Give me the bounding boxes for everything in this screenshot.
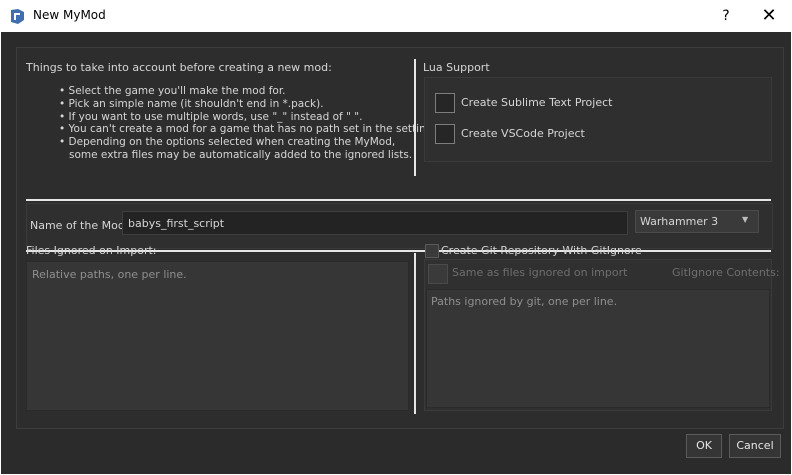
info-heading: Things to take into account before creat… (26, 61, 332, 74)
title-bar: New MyMod ? ✕ (0, 0, 792, 32)
sublime-project-label[interactable]: Create Sublime Text Project (461, 96, 612, 109)
info-bullet-list: • Select the game you'll make the mod fo… (59, 85, 441, 162)
mod-name-label: Name of the Mod: (30, 219, 129, 232)
dialog-body: Things to take into account before creat… (1, 32, 791, 474)
horizontal-separator-1 (26, 199, 771, 201)
files-ignored-textarea[interactable]: Relative paths, one per line. (26, 261, 409, 411)
create-git-label[interactable]: Create Git Repository With GitIgnore (441, 244, 642, 257)
mod-name-input[interactable]: babys_first_script (122, 211, 628, 235)
lua-support-heading: Lua Support (423, 61, 490, 74)
info-bullet: • You can't create a mod for a game that… (59, 123, 442, 136)
vscode-project-checkbox[interactable] (435, 124, 455, 144)
main-frame: Things to take into account before creat… (16, 47, 784, 429)
gitignore-group: Same as files ignored on import GitIgnor… (424, 259, 780, 411)
gitignore-textarea[interactable]: Paths ignored by git, one per line. (426, 289, 770, 408)
ok-button[interactable]: OK (686, 434, 722, 458)
vertical-separator-bottom (414, 253, 416, 414)
game-select-value: Warhammer 3 (640, 215, 719, 228)
lua-support-group: Create Sublime Text Project Create VSCod… (424, 77, 772, 162)
mod-name-value: babys_first_script (128, 217, 225, 230)
mod-name-group: Name of the Mod: babys_first_script Warh… (26, 203, 773, 249)
close-button[interactable]: ✕ (752, 3, 786, 29)
same-as-ignored-checkbox[interactable] (428, 264, 448, 284)
info-bullet: • Pick an simple name (it shouldn't end … (59, 97, 324, 110)
chevron-down-icon: ▼ (742, 215, 749, 224)
cancel-button[interactable]: Cancel (729, 434, 781, 458)
gitignore-contents-label: GitIgnore Contents: (672, 266, 780, 279)
gitignore-placeholder: Paths ignored by git, one per line. (431, 295, 618, 308)
help-button[interactable]: ? (712, 3, 740, 29)
files-ignored-placeholder: Relative paths, one per line. (32, 268, 187, 281)
window-title: New MyMod (33, 8, 106, 22)
info-bullet: • Depending on the options selected when… (59, 136, 396, 149)
vscode-project-label[interactable]: Create VSCode Project (461, 127, 585, 140)
app-icon (11, 9, 24, 24)
info-bullet: some extra files may be automatically ad… (59, 148, 413, 161)
files-ignored-heading: Files Ignored on Import: (26, 244, 157, 257)
info-bullet: • If you want to use multiple words, use… (59, 110, 363, 123)
same-as-ignored-label: Same as files ignored on import (452, 266, 628, 279)
info-bullet: • Select the game you'll make the mod fo… (59, 85, 286, 97)
game-select[interactable]: Warhammer 3 ▼ (635, 210, 759, 233)
vertical-separator-top (414, 59, 416, 176)
sublime-project-checkbox[interactable] (435, 93, 455, 113)
create-git-checkbox[interactable] (425, 244, 439, 258)
